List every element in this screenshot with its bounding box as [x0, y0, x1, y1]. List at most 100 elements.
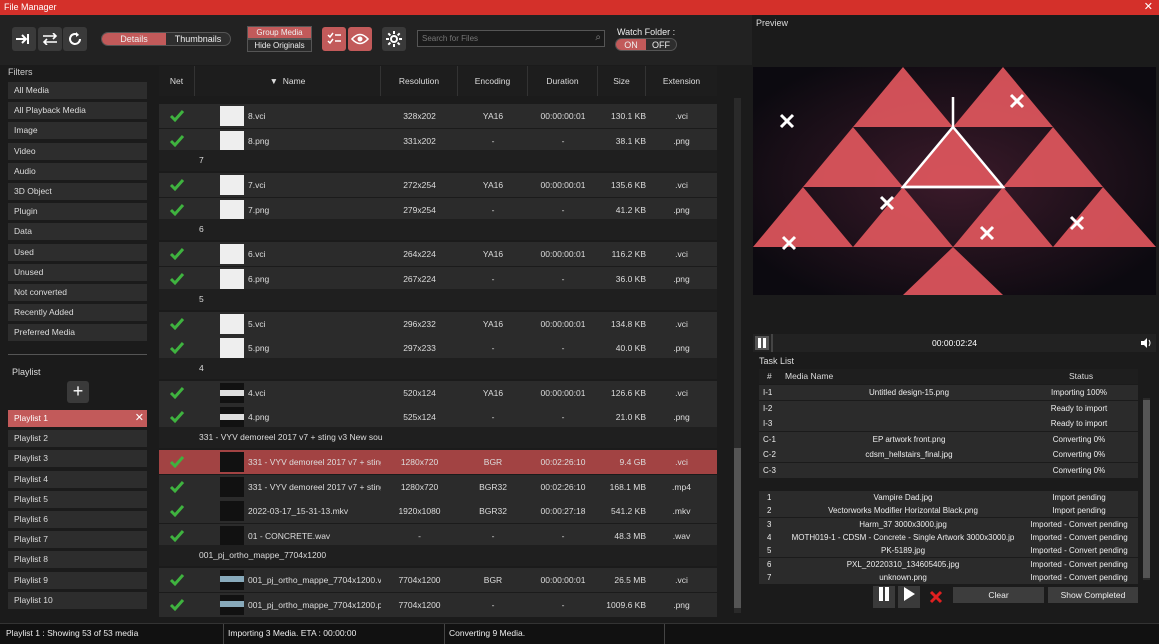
media-row[interactable]: 6.png 267x224 - - 36.0 KB .png: [159, 267, 717, 291]
grid-scrollbar-thumb[interactable]: [734, 448, 741, 608]
task-scrollbar-thumb[interactable]: [1143, 400, 1150, 578]
media-row[interactable]: 6.vci 264x224 YA16 00:00:00:01 116.2 KB .vci: [159, 242, 717, 267]
playlist-item-4[interactable]: Playlist 4: [8, 470, 147, 488]
task-row[interactable]: 1 Vampire Dad.jpg Import pending: [759, 491, 1138, 504]
task-id: I-2: [763, 403, 773, 413]
playlist-item-3[interactable]: Playlist 3: [8, 450, 147, 468]
import-button[interactable]: [12, 27, 36, 51]
task-cancel-button[interactable]: [928, 589, 944, 607]
media-row[interactable]: 001_pj_ortho_mappe_7704x1200.vi 7704x1200…: [159, 568, 717, 593]
filter-item-3d-object[interactable]: 3D Object: [8, 183, 147, 200]
playlist-item-5[interactable]: Playlist 5: [8, 490, 147, 508]
playlist-item-label: Playlist 5: [14, 493, 49, 504]
task-play-button[interactable]: [898, 586, 920, 608]
transfer-button[interactable]: [38, 27, 62, 51]
media-row[interactable]: 4.vci 520x124 YA16 00:00:00:01 126.6 KB .vci: [159, 380, 717, 405]
volume-button[interactable]: [1140, 337, 1152, 351]
task-row[interactable]: I-1 Untitled design-15.png Importing 100%: [759, 385, 1138, 400]
playlist-item-1[interactable]: Playlist 1 ✕: [8, 410, 147, 427]
add-playlist-button[interactable]: +: [67, 381, 89, 403]
filter-item-image[interactable]: Image: [8, 122, 147, 140]
filter-item-audio[interactable]: Audio: [8, 162, 147, 180]
group-header-row[interactable]: 331 - VYV demoreel 2017 v7 + sting v3 Ne…: [159, 427, 717, 448]
media-row[interactable]: 01 - CONCRETE.wav - - - 48.3 MB .wav: [159, 523, 717, 548]
column-size[interactable]: Size: [598, 66, 646, 96]
media-row[interactable]: 5.vci 296x232 YA16 00:00:00:01 134.8 KB .vci: [159, 311, 717, 336]
media-size: 21.0 KB: [615, 412, 646, 423]
group-header-row[interactable]: 4: [159, 357, 717, 379]
filter-item-plugin[interactable]: Plugin: [8, 203, 147, 221]
watch-off-option[interactable]: OFF: [646, 39, 676, 50]
clear-tasks-button[interactable]: Clear: [953, 587, 1044, 603]
media-row[interactable]: 8.png 331x202 - - 38.1 KB .png: [159, 128, 717, 153]
group-media-toggle[interactable]: Group Media: [247, 26, 312, 39]
column-duration[interactable]: Duration: [528, 66, 598, 96]
media-name: 4.png: [248, 412, 270, 423]
task-row[interactable]: C-1 EP artwork front.png Converting 0%: [759, 431, 1138, 447]
playlist-item-7[interactable]: Playlist 7: [8, 531, 147, 549]
media-row[interactable]: 8.vci 328x202 YA16 00:00:00:01 130.1 KB .vci: [159, 104, 717, 128]
media-row[interactable]: 4.png 525x124 - - 21.0 KB .png: [159, 405, 717, 430]
playlist-item-8[interactable]: Playlist 8: [8, 551, 147, 569]
group-header-row[interactable]: 001_pj_ortho_mappe_7704x1200: [159, 545, 717, 567]
filter-item-video[interactable]: Video: [8, 142, 147, 160]
task-row[interactable]: C-3 Converting 0%: [759, 462, 1138, 478]
task-row[interactable]: 6 PXL_20220310_134605405.jpg Imported - Co…: [759, 557, 1138, 571]
task-row[interactable]: C-2 cdsm_hellstairs_final.jpg Converting 0…: [759, 447, 1138, 462]
media-row[interactable]: 2022-03-17_15-31-13.mkv 1920x1080 BGR32 00:…: [159, 499, 717, 524]
filter-item-all-playback-media[interactable]: All Playback Media: [8, 102, 147, 120]
grid-scrollbar[interactable]: [734, 98, 741, 613]
show-completed-button[interactable]: Show Completed: [1048, 587, 1138, 603]
preview-toggle-button[interactable]: [348, 27, 372, 51]
playlist-item-2[interactable]: Playlist 2: [8, 430, 147, 448]
playlist-item-9[interactable]: Playlist 9: [8, 571, 147, 589]
watch-on-option[interactable]: ON: [616, 39, 646, 50]
media-row[interactable]: 331 - VYV demoreel 2017 v7 + sting 1280x7…: [159, 450, 717, 474]
filter-item-not-converted[interactable]: Not converted: [8, 284, 147, 301]
playlist-item-6[interactable]: Playlist 6: [8, 511, 147, 528]
filter-item-preferred-media[interactable]: Preferred Media: [8, 324, 147, 342]
media-row[interactable]: 001_pj_ortho_mappe_7704x1200.p 7704x1200 -…: [159, 593, 717, 617]
media-row[interactable]: 331 - VYV demoreel 2017 v7 + sting 1280x7…: [159, 474, 717, 499]
group-header-row[interactable]: 5: [159, 288, 717, 310]
column-net[interactable]: Net: [159, 66, 195, 96]
task-pause-button[interactable]: [873, 586, 895, 608]
task-row[interactable]: 7 unknown.png Imported - Convert pending: [759, 570, 1138, 584]
checkmark-icon: [169, 340, 185, 356]
settings-button[interactable]: [382, 27, 406, 51]
column-resolution[interactable]: Resolution: [381, 66, 458, 96]
refresh-button[interactable]: [63, 27, 87, 51]
filter-item-unused[interactable]: Unused: [8, 263, 147, 281]
filter-item-data[interactable]: Data: [8, 223, 147, 241]
filter-item-recently-added[interactable]: Recently Added: [8, 304, 147, 322]
playlist-item-label: Playlist 6: [14, 514, 49, 524]
task-row[interactable]: I-3 Ready to import: [759, 416, 1138, 431]
task-row[interactable]: 4 MOTH019-1 - CDSM - Concrete - Single Ar…: [759, 530, 1138, 544]
media-row[interactable]: 7.vci 272x254 YA16 00:00:00:01 135.6 KB .vci: [159, 173, 717, 198]
hide-originals-toggle[interactable]: Hide Originals: [247, 39, 312, 52]
column-encoding[interactable]: Encoding: [458, 66, 528, 96]
media-row[interactable]: 5.png 297x233 - - 40.0 KB .png: [159, 336, 717, 361]
checkmark-icon: [169, 528, 185, 544]
playlist-item-label: Playlist 7: [14, 534, 49, 545]
column-extension[interactable]: Extension: [646, 66, 717, 96]
media-row[interactable]: 7.png 279x254 - - 41.2 KB .png: [159, 197, 717, 222]
task-row[interactable]: 5 PK-5189.jpg Imported - Convert pending: [759, 544, 1138, 558]
checklist-button[interactable]: [322, 27, 346, 51]
task-row[interactable]: 3 Harm_37 3000x3000.jpg Imported - Convert…: [759, 517, 1138, 531]
task-row[interactable]: 2 Vectorworks Modifier Horizontal Black.p…: [759, 504, 1138, 518]
media-name: 001_pj_ortho_mappe_7704x1200.p: [248, 600, 381, 610]
task-row[interactable]: I-2 Ready to import: [759, 400, 1138, 416]
group-header-row[interactable]: 6: [159, 219, 717, 241]
playlist-item-10[interactable]: Playlist 10: [8, 591, 147, 609]
task-scrollbar[interactable]: [1143, 398, 1150, 580]
column-name[interactable]: ▼ Name: [195, 66, 381, 96]
close-window-icon[interactable]: ✕: [1144, 0, 1153, 15]
filter-item-used[interactable]: Used: [8, 243, 147, 261]
view-thumbnails-tab[interactable]: Thumbnails: [166, 33, 230, 45]
view-details-tab[interactable]: Details: [102, 33, 166, 45]
remove-playlist-icon[interactable]: ✕: [135, 410, 144, 427]
filter-item-all-media[interactable]: All Media: [8, 82, 147, 99]
group-header-row[interactable]: 7: [159, 150, 717, 172]
search-input[interactable]: Search for Files ⌕: [417, 30, 605, 47]
